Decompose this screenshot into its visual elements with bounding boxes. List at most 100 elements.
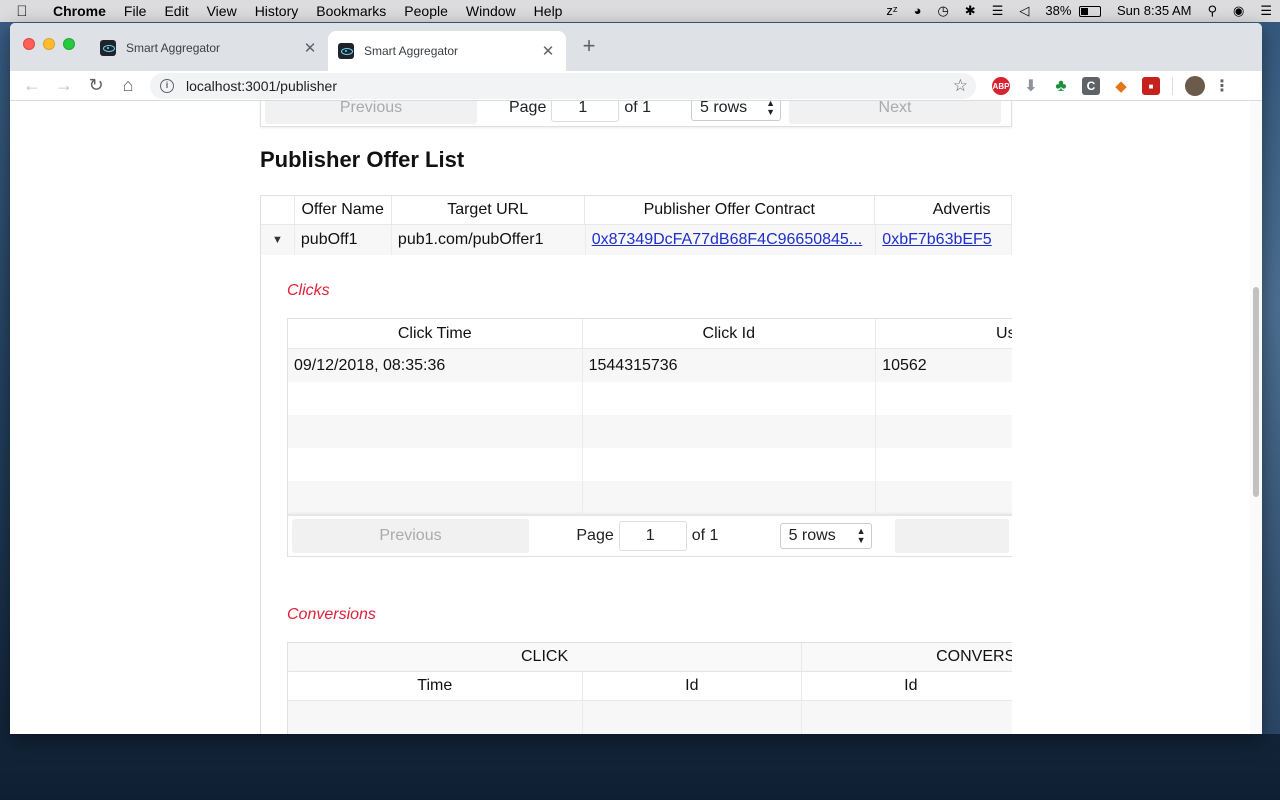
- page-scrollbar[interactable]: [1250, 101, 1262, 734]
- download-arrow-icon[interactable]: ⬇: [1022, 77, 1040, 95]
- battery-icon: [1079, 6, 1102, 18]
- page-title: Publisher Offer List: [260, 147, 465, 172]
- page-total: of 1: [691, 527, 719, 544]
- column-header[interactable]: Advertis: [875, 196, 1012, 224]
- table-row-empty: [288, 481, 1012, 514]
- expand-triangle-icon[interactable]: ▼: [261, 225, 295, 255]
- previous-button[interactable]: Previous: [265, 101, 477, 124]
- tab-strip: Smart Aggregator ✕ Smart Aggregator ✕ +: [10, 23, 1262, 71]
- column-header[interactable]: Id: [583, 672, 803, 700]
- time-machine-icon[interactable]: ◷: [929, 0, 956, 22]
- page-total: of 1: [624, 101, 652, 116]
- table-row: 09/12/2018, 08:35:36 1544315736 10562: [288, 349, 1012, 382]
- home-icon[interactable]: ⌂: [112, 75, 144, 96]
- conversions-table-header: Time Id Id: [288, 672, 1012, 701]
- site-info-icon[interactable]: i: [160, 79, 174, 93]
- click-time-cell: 09/12/2018, 08:35:36: [288, 349, 583, 382]
- column-header[interactable]: Publisher Offer Contract: [585, 196, 875, 224]
- next-button[interactable]: [895, 519, 1009, 553]
- clicks-table: Click Time Click Id Us 09/12/2018, 08:35…: [287, 318, 1012, 557]
- conversions-label: Conversions: [287, 606, 376, 623]
- column-header[interactable]: Click Time: [288, 319, 583, 348]
- column-header[interactable]: Target URL: [392, 196, 585, 224]
- menu-people[interactable]: People: [395, 0, 457, 22]
- tab-smart-aggregator-1[interactable]: Smart Aggregator ✕: [90, 32, 328, 63]
- contract-address-link[interactable]: 0x87349DcFA77dB68F4C96650845...: [592, 231, 862, 249]
- reload-icon[interactable]: ↻: [80, 75, 112, 96]
- close-window-button[interactable]: [23, 38, 35, 50]
- react-favicon-icon: [100, 39, 116, 56]
- menu-view[interactable]: View: [198, 0, 246, 22]
- menu-bookmarks[interactable]: Bookmarks: [307, 0, 395, 22]
- page-info: Page 1 of 1: [477, 101, 683, 122]
- advertiser-cell: 0xbF7b63bEF5: [876, 225, 1012, 255]
- wifi-icon[interactable]: ☰: [984, 0, 1012, 22]
- table-row-empty: [288, 701, 1012, 734]
- tab-title: Smart Aggregator: [364, 44, 459, 58]
- page-number-input[interactable]: 1: [618, 521, 687, 551]
- rows-value: 5 rows: [700, 101, 748, 116]
- close-tab-icon[interactable]: ✕: [302, 39, 318, 57]
- scrollbar-thumb[interactable]: [1253, 287, 1259, 497]
- clicks-table-header: Click Time Click Id Us: [288, 319, 1012, 349]
- previous-button[interactable]: Previous: [292, 519, 529, 553]
- red-extension-icon[interactable]: ■: [1142, 77, 1160, 95]
- column-header[interactable]: Id: [802, 672, 1012, 700]
- minimize-window-button[interactable]: [43, 38, 55, 50]
- new-tab-button[interactable]: +: [580, 35, 598, 57]
- bookmark-star-icon[interactable]: ☆: [953, 76, 968, 96]
- notification-center-icon[interactable]: ☰: [1252, 0, 1280, 22]
- bluetooth-icon[interactable]: ✱: [957, 0, 984, 22]
- contract-cell: 0x87349DcFA77dB68F4C96650845...: [586, 225, 877, 255]
- url-text[interactable]: localhost:3001/publisher: [186, 78, 337, 94]
- volume-icon[interactable]: ◁: [1011, 0, 1037, 22]
- user-cell: 10562: [876, 349, 1012, 382]
- c-extension-icon[interactable]: C: [1082, 77, 1100, 95]
- close-tab-icon[interactable]: ✕: [540, 42, 556, 60]
- apple-menu-icon[interactable]: : [0, 3, 44, 20]
- macos-menubar:  Chrome File Edit View History Bookmark…: [0, 0, 1280, 22]
- sunglasses-icon[interactable]: ◕: [906, 0, 930, 22]
- advertiser-address-link[interactable]: 0xbF7b63bEF5: [882, 231, 991, 249]
- adblock-plus-icon[interactable]: ABP: [992, 77, 1010, 95]
- rows-value: 5 rows: [788, 527, 836, 544]
- next-button[interactable]: Next: [789, 101, 1001, 124]
- menu-app-chrome[interactable]: Chrome: [44, 0, 115, 22]
- column-header[interactable]: Time: [288, 672, 583, 700]
- menu-file[interactable]: File: [115, 0, 156, 22]
- battery-status[interactable]: 38%: [1037, 0, 1109, 22]
- chrome-menu-icon[interactable]: ⋮: [1214, 77, 1230, 95]
- target-url-cell: pub1.com/pubOffer1: [392, 225, 586, 255]
- forward-arrow-icon[interactable]: →: [48, 75, 80, 96]
- conversions-table: CLICK CONVERS Time Id Id: [287, 642, 1012, 734]
- clock[interactable]: Sun 8:35 AM: [1109, 0, 1199, 22]
- offer-name-cell: pubOff1: [295, 225, 392, 255]
- clicks-pagination: Previous Page 1 of 1 5 rows ▲ ▼: [288, 514, 1012, 556]
- clicks-label: Clicks: [287, 282, 330, 299]
- tab-title: Smart Aggregator: [126, 40, 221, 55]
- menu-edit[interactable]: Edit: [155, 0, 197, 22]
- sleep-icon[interactable]: zᶻ: [878, 0, 905, 22]
- back-arrow-icon[interactable]: ←: [16, 75, 48, 96]
- table-row-empty: [288, 415, 1012, 448]
- offer-table: Offer Name Target URL Publisher Offer Co…: [260, 195, 1012, 734]
- spotlight-search-icon[interactable]: ⚲: [1199, 0, 1225, 22]
- page-number-input[interactable]: 1: [551, 101, 620, 122]
- zoom-window-button[interactable]: [63, 38, 75, 50]
- column-header[interactable]: Click Id: [583, 319, 877, 348]
- rows-per-page-select[interactable]: 5 rows ▲ ▼: [779, 523, 872, 549]
- metamask-fox-icon[interactable]: ◆: [1112, 77, 1130, 95]
- tab-smart-aggregator-2-active[interactable]: Smart Aggregator ✕: [328, 31, 566, 71]
- profile-avatar[interactable]: [1185, 76, 1205, 96]
- rows-per-page-select[interactable]: 5 rows ▲ ▼: [691, 101, 781, 121]
- column-header[interactable]: Offer Name: [295, 196, 392, 224]
- siri-icon[interactable]: ◉: [1225, 0, 1252, 22]
- clover-icon[interactable]: ♣: [1052, 76, 1070, 95]
- menu-window[interactable]: Window: [457, 0, 525, 22]
- menu-help[interactable]: Help: [525, 0, 572, 22]
- column-header[interactable]: Us: [876, 319, 1012, 348]
- extensions-area: ABP ⬇ ♣ C ◆ ■ ⋮: [992, 76, 1230, 96]
- table-row-empty: [288, 448, 1012, 481]
- address-bar[interactable]: i localhost:3001/publisher ☆: [150, 73, 976, 99]
- menu-history[interactable]: History: [246, 0, 308, 22]
